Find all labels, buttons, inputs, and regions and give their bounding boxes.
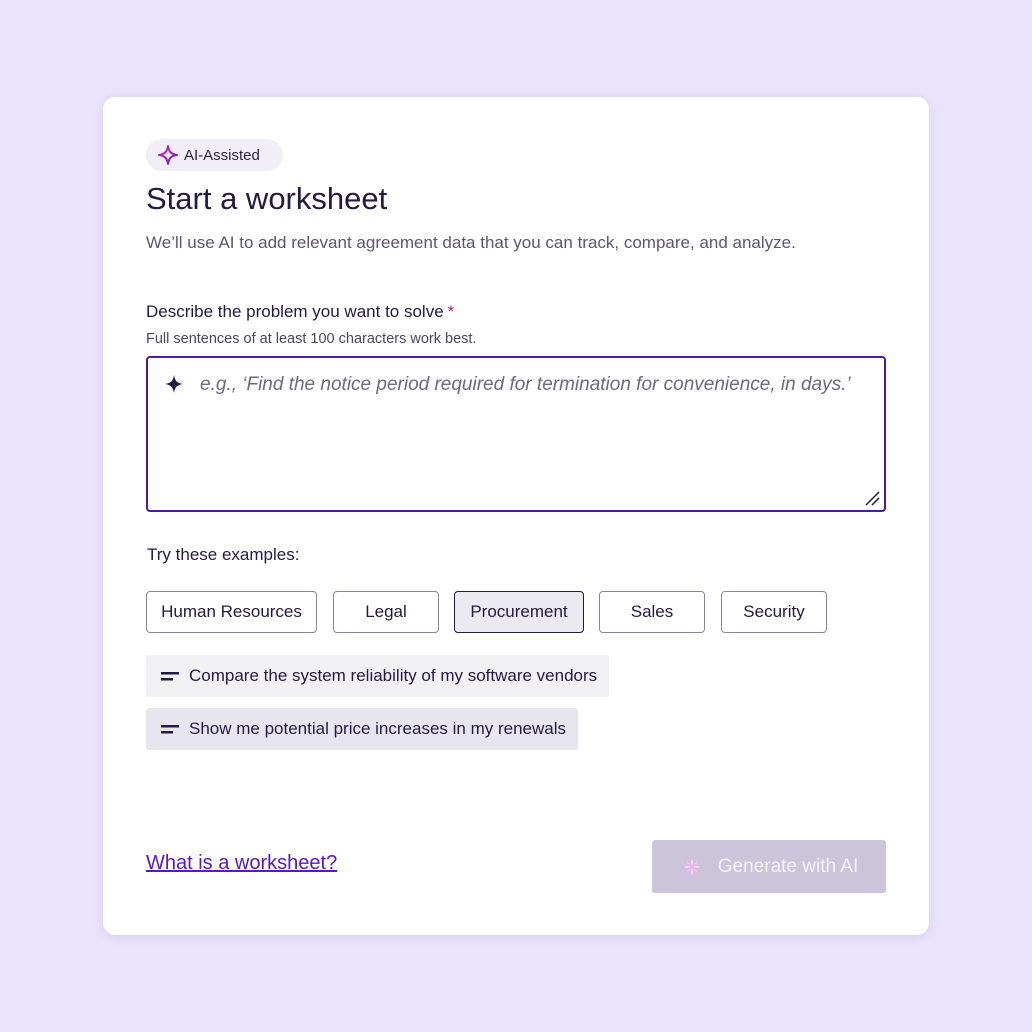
- problem-field-label: Describe the problem you want to solve *: [146, 302, 454, 322]
- resize-handle-icon[interactable]: [864, 490, 880, 506]
- worksheet-dialog: AI-Assisted Start a worksheet We’ll use …: [103, 97, 929, 935]
- chip-procurement[interactable]: Procurement: [454, 591, 584, 633]
- chip-human-resources[interactable]: Human Resources: [146, 591, 317, 633]
- page-subtitle: We’ll use AI to add relevant agreement d…: [146, 233, 796, 252]
- badge-label: AI-Assisted: [184, 146, 260, 164]
- chip-legal[interactable]: Legal: [333, 591, 439, 633]
- chip-sales[interactable]: Sales: [599, 591, 705, 633]
- problem-textarea[interactable]: e.g., ‘Find the notice period required f…: [146, 356, 886, 512]
- suggestion-text: Compare the system reliability of my sof…: [189, 666, 598, 685]
- examples-label: Try these examples:: [147, 545, 300, 564]
- generate-button-label: Generate with AI: [717, 855, 859, 877]
- sparkle-icon: [158, 145, 178, 165]
- problem-field-hint: Full sentences of at least 100 character…: [146, 331, 477, 347]
- sparkle-icon: [165, 375, 183, 393]
- problem-textarea-placeholder: e.g., ‘Find the notice period required f…: [200, 374, 851, 395]
- ai-flower-icon: [680, 855, 704, 878]
- text-lines-icon: [161, 725, 179, 734]
- required-marker: *: [447, 302, 455, 321]
- page-title: Start a worksheet: [146, 181, 388, 216]
- chip-security[interactable]: Security: [721, 591, 827, 633]
- suggestion-text: Show me potential price increases in my …: [189, 719, 567, 738]
- text-lines-icon: [161, 672, 179, 681]
- generate-with-ai-button[interactable]: Generate with AI: [652, 840, 886, 893]
- example-suggestion[interactable]: Show me potential price increases in my …: [146, 708, 579, 750]
- ai-assisted-badge: AI-Assisted: [146, 139, 283, 171]
- problem-field-label-text: Describe the problem you want to solve: [146, 302, 444, 321]
- example-suggestion[interactable]: Compare the system reliability of my sof…: [146, 655, 610, 697]
- what-is-worksheet-link[interactable]: What is a worksheet?: [146, 852, 337, 875]
